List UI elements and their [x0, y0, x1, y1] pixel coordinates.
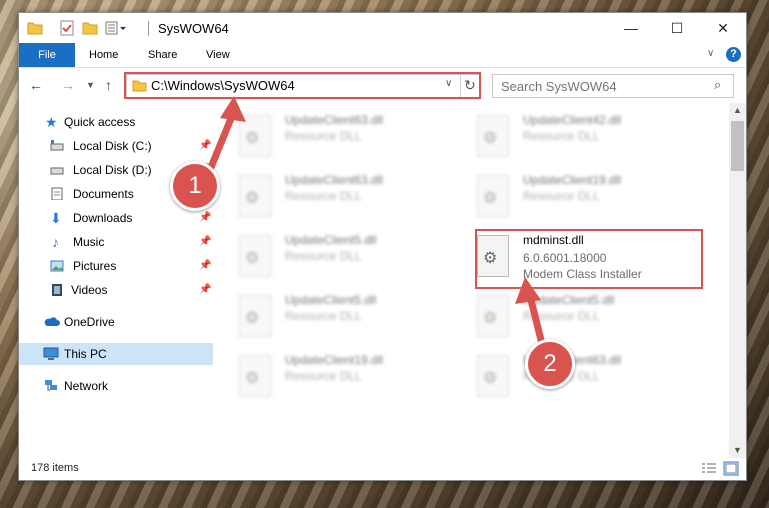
arrow-2-head [515, 277, 541, 304]
step-2-badge: 2 [525, 339, 575, 389]
callout-arrows [201, 96, 550, 364]
step-1-badge: 1 [170, 161, 220, 211]
arrow-1-head [220, 96, 246, 122]
